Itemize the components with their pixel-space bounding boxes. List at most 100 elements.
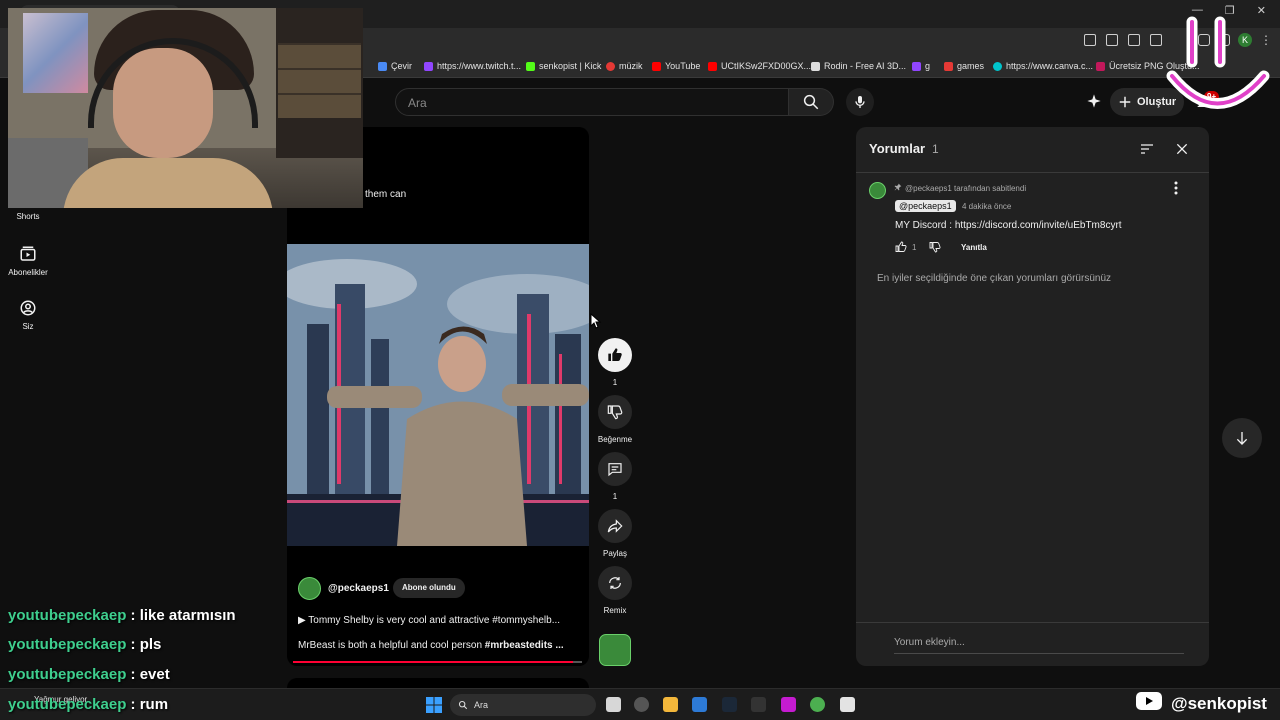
like-count: 1 — [612, 378, 618, 387]
bookmark-item[interactable]: senkopist | Kick — [526, 61, 601, 71]
next-video-button[interactable] — [1222, 418, 1262, 458]
sidebar-item-you[interactable]: Siz — [0, 299, 56, 331]
mouse-cursor-icon — [590, 313, 602, 329]
bookmark-label: UCtIKSw2FXD00GX... — [721, 61, 812, 71]
sound-source-avatar[interactable] — [599, 634, 631, 666]
bookmark-star-icon[interactable] — [1150, 34, 1162, 46]
bookmark-item[interactable]: UCtIKSw2FXD00GX... — [708, 61, 811, 71]
steam-icon[interactable] — [722, 697, 737, 712]
chrome-icon[interactable] — [810, 697, 825, 712]
chat-username: youtubepeckaep — [8, 607, 127, 624]
short-title[interactable]: ▶ Tommy Shelby is very cool and attracti… — [298, 615, 578, 626]
thumbs-up-icon — [608, 348, 622, 361]
remix-button[interactable]: Remix — [593, 566, 637, 615]
chat-username: youtubepeckaep — [8, 666, 127, 683]
bookmark-label: YouTube — [665, 61, 701, 71]
dislike-button[interactable]: Beğenme — [593, 395, 637, 444]
previous-short-caption: them can — [365, 189, 407, 200]
app-icon[interactable] — [781, 697, 796, 712]
reply-button[interactable]: Yanıtla — [961, 243, 987, 252]
short-description[interactable]: MrBeast is both a helpful and cool perso… — [298, 640, 578, 651]
arrow-down-icon — [1236, 432, 1248, 445]
comments-button[interactable]: 1 — [593, 452, 637, 501]
chat-username: youtubepeckaep — [8, 636, 127, 653]
comment-dislike-icon[interactable] — [929, 241, 941, 253]
more-vert-icon[interactable] — [1174, 181, 1178, 195]
youtube-favicon-icon — [708, 61, 717, 71]
bookmark-favicon-icon — [912, 61, 921, 71]
zoom-icon[interactable] — [1084, 34, 1096, 46]
chat-username: youtubepeckaep — [8, 696, 127, 713]
chat-text: : like atarmısın — [126, 607, 236, 624]
file-explorer-icon[interactable] — [663, 697, 678, 712]
comment-time[interactable]: 4 dakika önce — [962, 202, 1011, 211]
chat-message: youtubepeckaep : pls — [8, 636, 161, 653]
bookmark-label: g — [925, 61, 931, 71]
windows-taskbar: Yağmur geliyor Ara — [0, 688, 1280, 720]
eye-slash-icon[interactable] — [1128, 34, 1140, 46]
bookmark-item[interactable]: YouTube — [652, 61, 700, 71]
share-label: Paylaş — [602, 549, 627, 558]
search-placeholder: Ara — [408, 96, 427, 110]
description-hashtags: #mrbeastedits ... — [484, 640, 564, 651]
comments-title: Yorumlar — [869, 141, 926, 156]
chat-text: : evet — [126, 666, 170, 683]
add-comment-input[interactable]: Yorum ekleyin... — [894, 637, 965, 648]
bookmark-favicon-icon — [526, 61, 535, 71]
bookmark-favicon-icon — [606, 61, 615, 71]
sidebar-item-shorts[interactable]: Shorts — [0, 212, 56, 221]
sort-icon[interactable] — [1138, 141, 1156, 157]
chat-message: youtubepeckaep : rum — [8, 696, 168, 713]
search-input[interactable]: Ara — [395, 88, 789, 116]
webcam-poster — [23, 13, 88, 93]
progress-bar[interactable] — [293, 661, 582, 663]
install-app-icon[interactable] — [1106, 34, 1118, 46]
bookmark-item[interactable]: Rodin - Free AI 3D... — [811, 61, 906, 71]
divider — [856, 172, 1209, 173]
store-icon[interactable] — [692, 697, 707, 712]
task-view-icon[interactable] — [606, 697, 621, 712]
windows-start-icon[interactable] — [426, 697, 442, 713]
comment-text: MY Discord : https://discord.com/invite/… — [895, 220, 1122, 231]
omnibox-actions — [1084, 34, 1162, 46]
bookmark-item[interactable]: https://www.twitch.t... — [424, 61, 521, 71]
comment-like-count: 1 — [912, 243, 917, 252]
chat-message: youtubepeckaep : evet — [8, 666, 170, 683]
channel-avatar[interactable] — [298, 577, 321, 600]
copilot-icon[interactable] — [634, 697, 649, 712]
bookmark-favicon-icon — [993, 61, 1002, 71]
gemini-sparkle-icon[interactable] — [1086, 93, 1102, 109]
bookmark-item[interactable]: g — [912, 61, 930, 71]
epic-games-icon[interactable] — [751, 697, 766, 712]
like-button[interactable]: 1 — [593, 338, 637, 387]
comments-footer-note: En iyiler seçildiğinde öne çıkan yorumla… — [877, 273, 1112, 284]
obs-icon[interactable] — [840, 697, 855, 712]
comment-like-icon[interactable] — [895, 241, 907, 253]
sidebar-item-label: Abonelikler — [8, 268, 48, 277]
channel-name[interactable]: @peckaeps1 — [328, 583, 389, 594]
bookmark-favicon-icon — [811, 61, 820, 71]
bookmark-item[interactable]: müzik — [606, 61, 643, 71]
voice-search-button[interactable] — [846, 88, 874, 116]
comments-count: 1 — [932, 142, 939, 156]
bookmark-label: Rodin - Free AI 3D... — [824, 61, 907, 71]
share-button[interactable]: Paylaş — [593, 509, 637, 558]
bookmark-item[interactable]: games — [944, 61, 984, 71]
close-icon[interactable] — [1174, 141, 1190, 157]
bookmark-item[interactable]: https://www.canva.c... — [993, 61, 1093, 71]
thumbs-down-icon — [607, 405, 623, 420]
search-button[interactable] — [789, 88, 834, 116]
comment-author[interactable]: @peckaeps1 — [895, 200, 956, 212]
subscribe-button[interactable]: Abone olundu — [393, 578, 465, 598]
commenter-avatar[interactable] — [869, 182, 886, 199]
short-video-player[interactable] — [287, 244, 589, 546]
input-underline — [894, 653, 1184, 654]
divider — [856, 622, 1209, 623]
sidebar-item-subscriptions[interactable]: Abonelikler — [0, 245, 56, 277]
bookmark-item[interactable]: Çevir — [378, 61, 412, 71]
short-info-overlay: @peckaeps1 Abone olundu ▶ Tommy Shelby i… — [287, 546, 589, 666]
subscriptions-icon — [20, 246, 36, 261]
stream-logo-icon — [1166, 16, 1270, 109]
comment-icon — [608, 463, 622, 477]
taskbar-search[interactable]: Ara — [450, 694, 596, 716]
